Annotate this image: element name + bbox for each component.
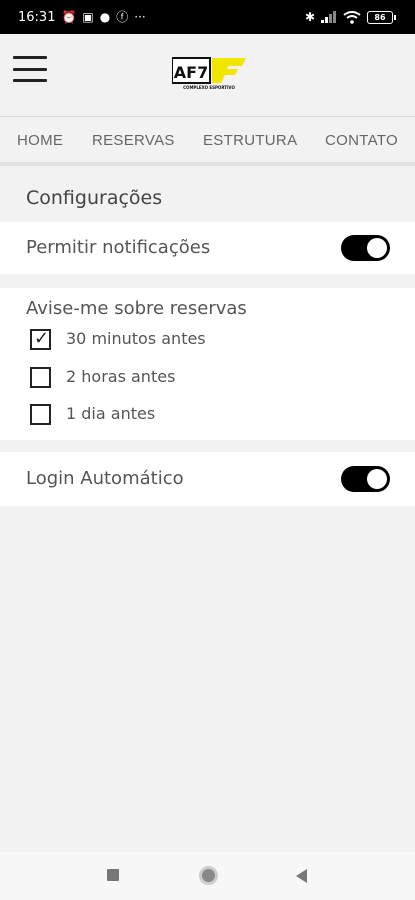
tab-estrutura[interactable]: ESTRUTURA	[203, 132, 297, 149]
svg-text:COMPLEXO ESPORTIVO: COMPLEXO ESPORTIVO	[183, 85, 235, 90]
auto-login-label: Login Automático	[26, 468, 184, 489]
top-nav: HOME RESERVAS ESTRUTURA CONTATO	[0, 116, 415, 166]
notifications-row: Permitir notificações	[0, 222, 415, 274]
status-bar: 16:31 ⏰ ▣ ● ⓕ ··· ✱ 86	[0, 0, 415, 34]
app-icon: ●	[99, 10, 111, 24]
af7-logo: AF7 COMPLEXO ESPORTIVO	[172, 57, 246, 90]
checkbox-box[interactable]	[30, 367, 51, 388]
status-time: 16:31	[18, 9, 56, 25]
home-button[interactable]	[199, 866, 218, 885]
svg-text:AF7: AF7	[174, 63, 208, 82]
menu-icon[interactable]	[13, 56, 47, 82]
facebook-icon: ⓕ	[116, 10, 129, 24]
battery-level: 86	[374, 12, 386, 22]
toggle-knob	[367, 238, 387, 258]
notifications-label: Permitir notificações	[26, 237, 211, 258]
app-header: AF7 COMPLEXO ESPORTIVO	[0, 34, 415, 116]
signal-icon	[321, 11, 336, 23]
alarm-icon: ⏰	[61, 10, 77, 24]
reminder-2h-label: 2 horas antes	[66, 367, 176, 386]
status-left: 16:31 ⏰ ▣ ● ⓕ ···	[18, 10, 146, 25]
auto-login-toggle[interactable]	[341, 466, 390, 492]
toggle-knob	[367, 469, 387, 489]
recents-button[interactable]	[107, 869, 119, 881]
notifications-toggle[interactable]	[341, 235, 390, 261]
status-right: ✱ 86	[304, 10, 396, 24]
checkbox-box[interactable]	[30, 404, 51, 425]
tab-contato[interactable]: CONTATO	[325, 132, 398, 149]
message-icon: ▣	[82, 10, 94, 24]
auto-login-row: Login Automático	[0, 452, 415, 506]
tab-reservas[interactable]: RESERVAS	[92, 132, 175, 149]
battery-icon: 86	[367, 10, 396, 24]
bluetooth-icon: ✱	[304, 10, 315, 24]
reminders-label: Avise-me sobre reservas	[26, 298, 247, 319]
reminders-section: Avise-me sobre reservas ✓ 30 minutos ant…	[0, 288, 415, 440]
check-icon: ✓	[34, 328, 50, 349]
tab-home[interactable]: HOME	[17, 132, 63, 149]
wifi-icon	[343, 10, 361, 24]
system-nav-bar	[0, 852, 415, 900]
page-title: Configurações	[26, 187, 163, 209]
reminder-1day-label: 1 dia antes	[66, 404, 156, 423]
reminder-30min-label: 30 minutos antes	[66, 329, 206, 348]
back-button[interactable]	[296, 869, 307, 883]
checkbox-box[interactable]: ✓	[30, 328, 51, 350]
more-notifications-icon: ···	[134, 10, 146, 24]
